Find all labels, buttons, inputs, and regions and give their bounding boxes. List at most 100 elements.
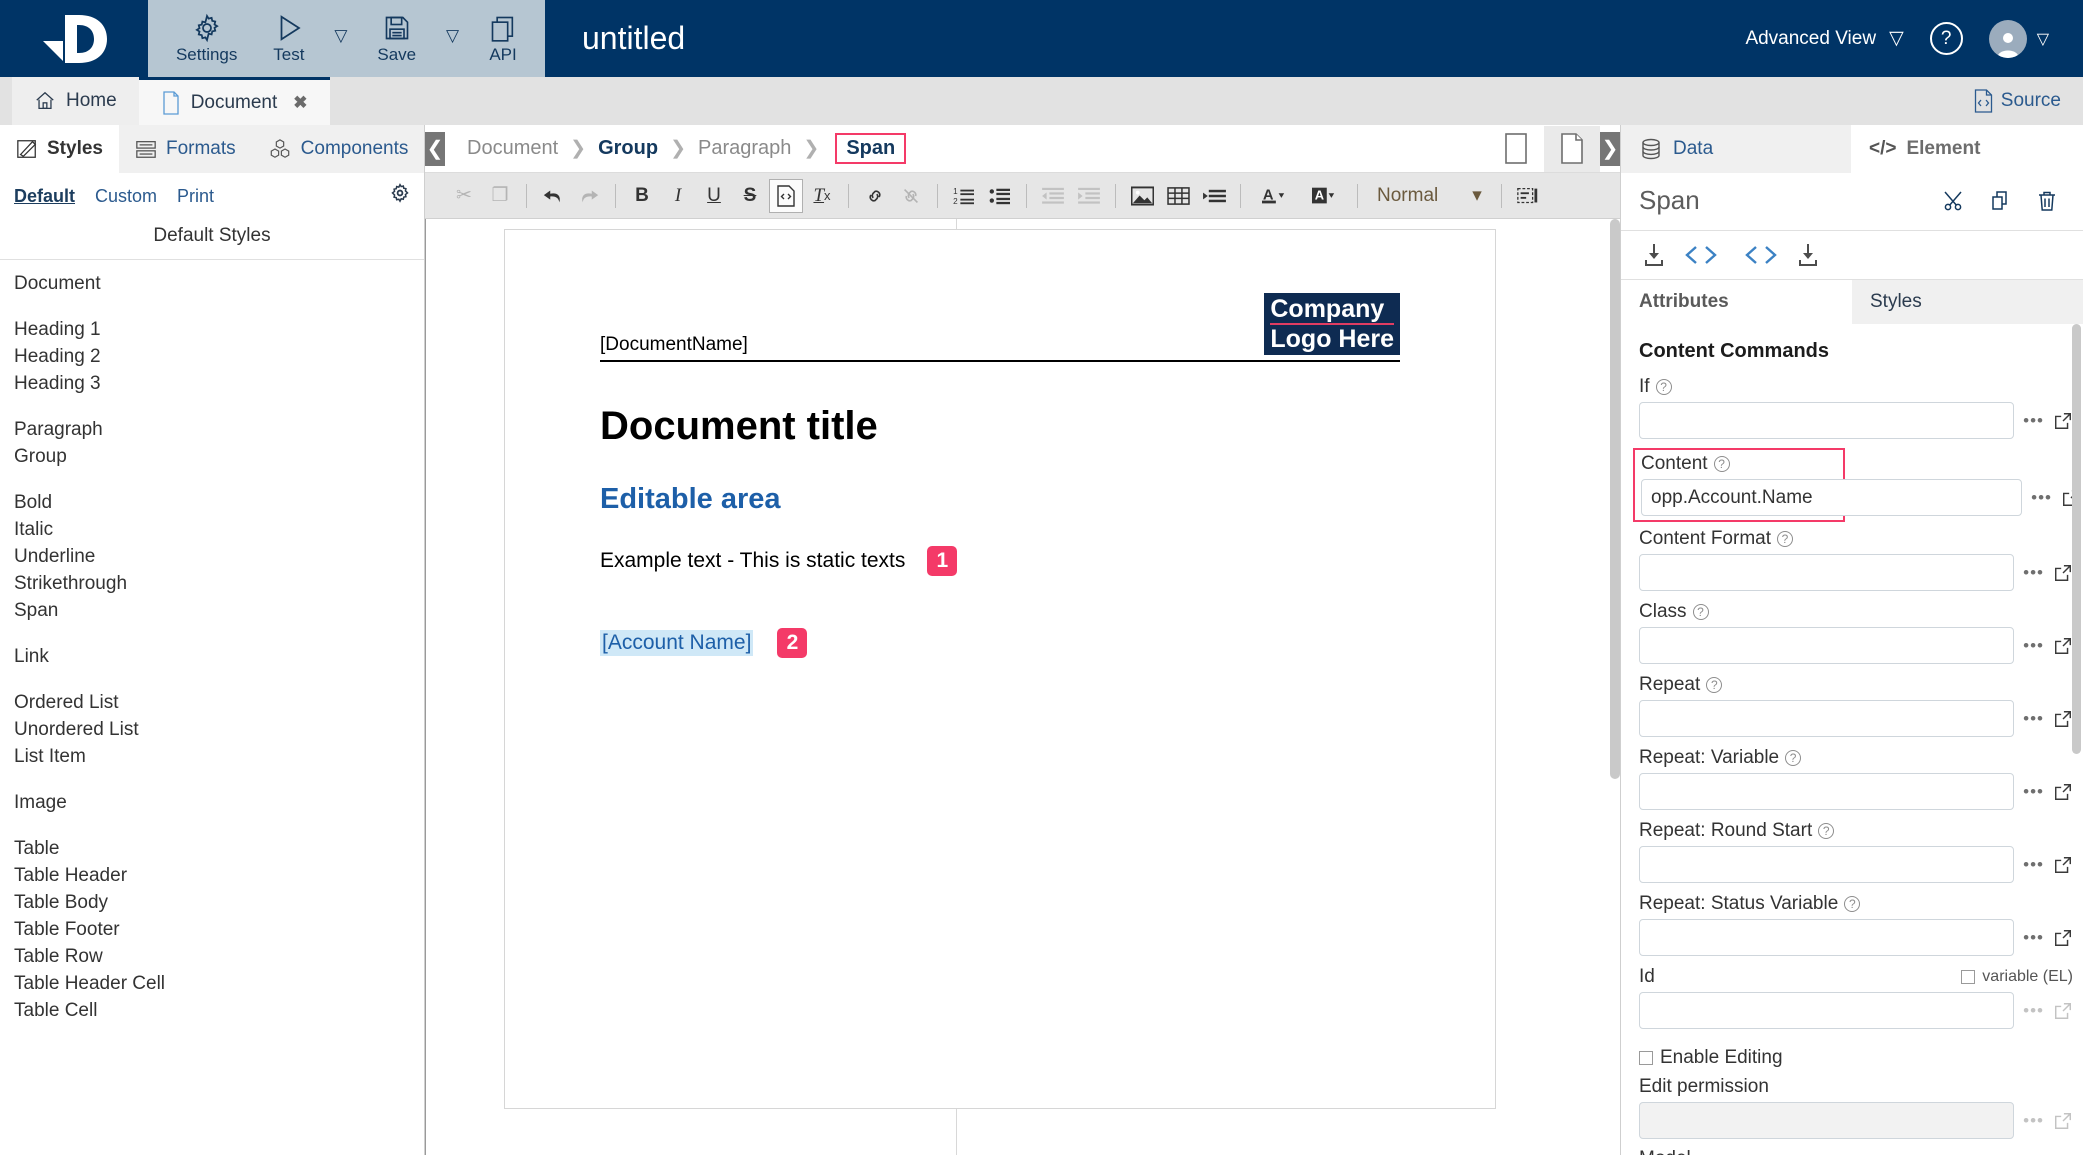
id-open-external-icon[interactable]: [2053, 1001, 2073, 1021]
style-item-table[interactable]: Table: [14, 835, 424, 862]
repeat-variable-input[interactable]: [1639, 773, 2014, 810]
cut-button[interactable]: ✂: [447, 179, 481, 213]
save-button[interactable]: Save: [371, 10, 422, 67]
repeat-status-variable-open-external-icon[interactable]: [2053, 928, 2073, 948]
underline-button[interactable]: U: [697, 179, 731, 213]
document-name-token[interactable]: [DocumentName]: [600, 334, 748, 356]
save-dropdown-caret-icon[interactable]: ▽: [446, 26, 459, 46]
gear-icon[interactable]: [390, 183, 410, 209]
content-format-more-options-icon[interactable]: •••: [2023, 563, 2044, 583]
style-item-table-footer[interactable]: Table Footer: [14, 916, 424, 943]
user-menu[interactable]: ▽: [1989, 20, 2049, 58]
image-button[interactable]: [1125, 179, 1159, 213]
if-open-external-icon[interactable]: [2053, 411, 2073, 431]
app-logo[interactable]: [0, 0, 148, 77]
canvas-scrollbar[interactable]: [1610, 219, 1620, 779]
style-item-heading-3[interactable]: Heading 3: [14, 370, 424, 397]
redo-button[interactable]: [572, 179, 606, 213]
repeat-variable-open-external-icon[interactable]: [2053, 782, 2073, 802]
document-heading-1[interactable]: Document title: [600, 404, 1400, 449]
style-item-table-body[interactable]: Table Body: [14, 889, 424, 916]
repeat-round-start-more-options-icon[interactable]: •••: [2023, 855, 2044, 875]
breadcrumb-item-paragraph[interactable]: Paragraph: [698, 137, 791, 160]
user-chevron-down-icon[interactable]: ▽: [2037, 29, 2049, 49]
variable-el-toggle[interactable]: variable (EL): [1961, 968, 2073, 986]
page-folded-view-button[interactable]: [1544, 126, 1600, 172]
style-item-list-item[interactable]: List Item: [14, 743, 424, 770]
unlink-button[interactable]: [894, 179, 928, 213]
copy-button[interactable]: ❐: [483, 179, 517, 213]
repeat-round-start-open-external-icon[interactable]: [2053, 855, 2073, 875]
help-icon[interactable]: ?: [1693, 604, 1709, 620]
style-item-heading-1[interactable]: Heading 1: [14, 316, 424, 343]
tab-data[interactable]: Data: [1621, 125, 1851, 173]
content-input[interactable]: [1641, 479, 2022, 516]
bold-button[interactable]: B: [625, 179, 659, 213]
table-button[interactable]: [1161, 179, 1195, 213]
style-item-ordered-list[interactable]: Ordered List: [14, 689, 424, 716]
help-icon[interactable]: ?: [1785, 750, 1801, 766]
if-more-options-icon[interactable]: •••: [2023, 411, 2044, 431]
document-page[interactable]: [DocumentName] Company Logo Here Documen…: [504, 229, 1496, 1109]
help-icon[interactable]: ?: [1844, 896, 1860, 912]
tab-document[interactable]: Document ✖: [139, 77, 330, 125]
remove-format-button[interactable]: Tx: [805, 179, 839, 213]
style-item-span[interactable]: Span: [14, 597, 424, 624]
repeat-status-variable-more-options-icon[interactable]: •••: [2023, 928, 2044, 948]
enable-editing-row[interactable]: Enable Editing: [1639, 1047, 2073, 1069]
account-name-token[interactable]: [Account Name]: [600, 630, 753, 656]
help-icon[interactable]: ?: [1818, 823, 1834, 839]
style-item-unordered-list[interactable]: Unordered List: [14, 716, 424, 743]
span-button[interactable]: [769, 179, 803, 213]
link-button[interactable]: [858, 179, 892, 213]
document-canvas[interactable]: [DocumentName] Company Logo Here Documen…: [425, 219, 1620, 1155]
style-item-table-header[interactable]: Table Header: [14, 862, 424, 889]
insert-after-outside-button[interactable]: [1793, 241, 1823, 269]
delete-element-button[interactable]: [2035, 189, 2059, 213]
style-item-italic[interactable]: Italic: [14, 516, 424, 543]
collapse-left-panel-button[interactable]: ❮: [425, 132, 445, 166]
style-item-underline[interactable]: Underline: [14, 543, 424, 570]
style-item-paragraph[interactable]: Paragraph: [14, 416, 424, 443]
if-input[interactable]: [1639, 402, 2014, 439]
content-format-open-external-icon[interactable]: [2053, 563, 2073, 583]
document-span-token-row[interactable]: [Account Name] 2: [600, 628, 1400, 658]
help-icon[interactable]: ?: [1714, 456, 1730, 472]
insert-inside-start-button[interactable]: [1683, 242, 1719, 268]
tab-home[interactable]: Home: [12, 77, 139, 125]
document-title[interactable]: untitled: [545, 0, 1745, 77]
repeat-status-variable-input[interactable]: [1639, 919, 2014, 956]
repeat-input[interactable]: [1639, 700, 2014, 737]
class-more-options-icon[interactable]: •••: [2023, 636, 2044, 656]
variable-el-checkbox[interactable]: [1961, 970, 1975, 984]
tab-formats[interactable]: Formats: [119, 125, 252, 173]
page-blank-view-button[interactable]: [1488, 126, 1544, 172]
tab-element[interactable]: </> Element: [1851, 125, 1998, 173]
tab-styles[interactable]: Styles: [0, 125, 119, 173]
style-item-strikethrough[interactable]: Strikethrough: [14, 570, 424, 597]
duplicate-element-button[interactable]: [1989, 189, 2013, 213]
settings-button[interactable]: Settings: [170, 10, 243, 67]
avatar[interactable]: [1989, 20, 2027, 58]
repeat-open-external-icon[interactable]: [2053, 709, 2073, 729]
repeat-more-options-icon[interactable]: •••: [2023, 709, 2044, 729]
breadcrumb-item-span[interactable]: Span: [835, 133, 906, 164]
help-button[interactable]: ?: [1930, 22, 1963, 55]
advanced-view-dropdown[interactable]: Advanced View ▽: [1745, 27, 1903, 50]
style-item-image[interactable]: Image: [14, 789, 424, 816]
insert-inside-end-button[interactable]: [1743, 242, 1779, 268]
outdent-button[interactable]: [1036, 179, 1070, 213]
id-input[interactable]: [1639, 992, 2014, 1029]
background-color-button[interactable]: A: [1300, 179, 1348, 213]
edit-permission-input[interactable]: [1639, 1102, 2014, 1139]
api-button[interactable]: API: [483, 10, 523, 67]
cut-element-button[interactable]: [1943, 189, 1967, 213]
breadcrumb-item-group[interactable]: Group: [598, 137, 658, 160]
id-more-options-icon[interactable]: •••: [2023, 1001, 2044, 1021]
content-format-input[interactable]: [1639, 554, 2014, 591]
indent-button[interactable]: [1072, 179, 1106, 213]
document-heading-2[interactable]: Editable area: [600, 483, 1400, 516]
test-button[interactable]: Test: [267, 10, 310, 67]
ordered-list-button[interactable]: 1 2: [947, 179, 981, 213]
style-item-heading-2[interactable]: Heading 2: [14, 343, 424, 370]
